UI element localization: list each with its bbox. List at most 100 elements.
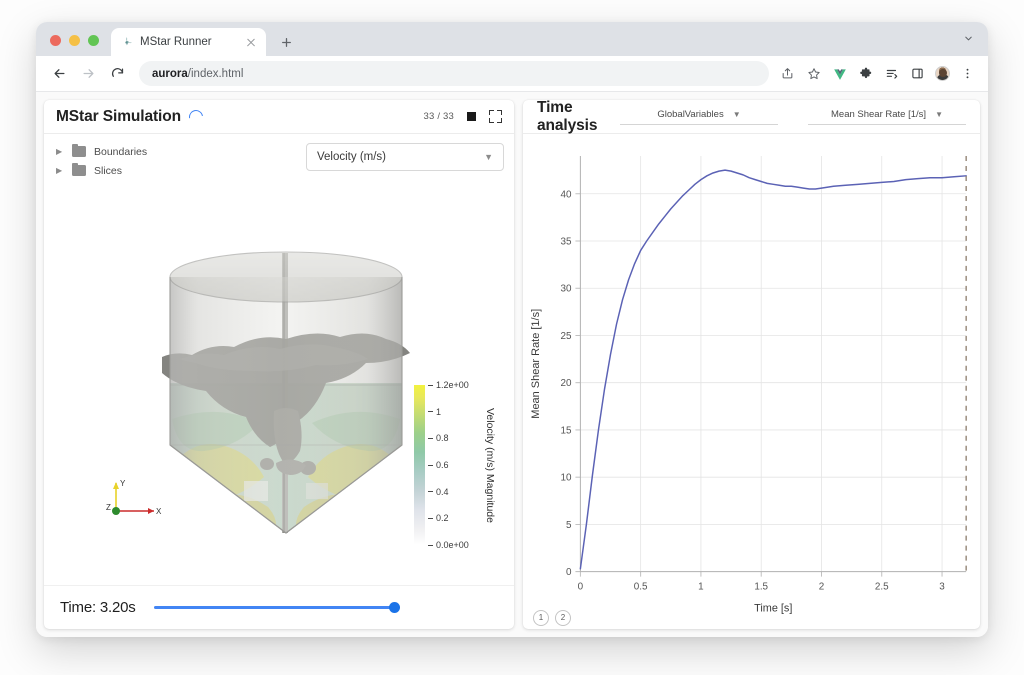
svg-text:Time [s]: Time [s] [754,603,792,615]
caret-right-icon[interactable]: ▶ [56,167,64,175]
chart-area[interactable]: 051015202530354000.511.522.53Time [s]Mea… [523,134,980,629]
time-analysis-panel: Time analysis GlobalVariables ▼ Mean She… [523,100,980,629]
time-slider-thumb[interactable] [389,602,400,613]
field-select-value: Velocity (m/s) [317,151,386,163]
svg-text:35: 35 [560,236,571,247]
tank-glass [170,252,402,533]
tree-item-label: Slices [94,165,122,177]
time-slider[interactable] [154,600,399,616]
colorbar-gradient [414,385,425,545]
close-window-button[interactable] [50,35,61,46]
browser-toolbar: aurora/index.html [36,56,988,92]
mixing-tank-render [156,233,416,553]
browser-tab-title: MStar Runner [140,36,237,48]
svg-text:25: 25 [560,331,571,342]
tree-item-slices[interactable]: ▶ Slices [56,162,296,179]
star-icon[interactable] [805,65,822,82]
chevron-down-icon: ▼ [484,152,493,162]
svg-text:0: 0 [578,582,584,593]
address-bar[interactable]: aurora/index.html [139,61,769,86]
time-analysis-title: Time analysis [537,100,620,135]
color-legend: 1.2e+00 1 0.8 0.6 0.4 0.2 0.0e+00 Veloci… [414,385,496,545]
axes-gizmo: X Y Z [102,473,164,525]
caret-right-icon[interactable]: ▶ [56,148,64,156]
fullscreen-icon[interactable] [489,110,502,123]
colorbar-tick-label: 0.8 [436,433,449,443]
variable-select-value: Mean Shear Rate [1/s] [831,109,926,120]
colorbar-tick-label: 1.2e+00 [436,380,469,390]
browser-window: MStar Runner [36,22,988,637]
chart-page-1-button[interactable]: 1 [533,610,549,626]
variable-select[interactable]: Mean Shear Rate [1/s] ▼ [808,109,966,125]
svg-text:1.5: 1.5 [754,582,768,593]
new-tab-button[interactable] [273,29,299,55]
reload-button[interactable] [104,61,130,87]
svg-text:40: 40 [560,189,571,200]
chart-pager: 1 2 [533,610,571,626]
maximize-window-button[interactable] [88,35,99,46]
window-traffic-lights [36,35,111,56]
loading-spinner-icon [186,107,205,126]
svg-text:0: 0 [566,567,572,578]
simulation-toolbar: ▶ Boundaries ▶ Slices Velocity (m/s) ▼ [44,134,514,181]
simulation-panel-header: MStar Simulation 33 / 33 [44,100,514,134]
source-select[interactable]: GlobalVariables ▼ [620,109,778,125]
stop-square-icon[interactable] [467,112,476,121]
svg-text:30: 30 [560,284,571,295]
colorbar-tick-label: 0.0e+00 [436,540,469,550]
side-panel-icon[interactable] [909,65,926,82]
svg-text:10: 10 [560,473,571,484]
colorbar-tick-label: 0.4 [436,487,449,497]
time-controls: Time: 3.20s [44,585,514,629]
screen-root: MStar Runner [0,0,1024,675]
svg-text:2: 2 [819,582,825,593]
chevron-down-icon: ▼ [733,110,741,119]
simulation-header-controls: 33 / 33 [424,110,502,123]
close-icon[interactable] [244,35,258,49]
svg-text:X: X [156,507,162,516]
time-analysis-selectors: GlobalVariables ▼ Mean Shear Rate [1/s] … [620,109,966,125]
puzzle-extension-icon[interactable] [857,65,874,82]
vue-extension-icon[interactable] [831,65,848,82]
folder-icon [72,165,86,176]
tabstrip-menu-button[interactable] [963,33,988,56]
tree-item-boundaries[interactable]: ▶ Boundaries [56,143,296,160]
minimize-window-button[interactable] [69,35,80,46]
svg-text:2.5: 2.5 [875,582,889,593]
svg-text:3: 3 [939,582,945,593]
forward-button[interactable] [75,61,101,87]
share-icon[interactable] [779,65,796,82]
chevron-down-icon: ▼ [935,110,943,119]
folder-icon [72,146,86,157]
profile-avatar-icon[interactable] [935,66,950,81]
svg-text:1: 1 [698,582,704,593]
reading-list-icon[interactable] [883,65,900,82]
field-select[interactable]: Velocity (m/s) ▼ [306,143,504,171]
colorbar-axis-label: Velocity (m/s) Magnitude [484,385,496,545]
svg-text:5: 5 [566,520,572,531]
3d-viewport[interactable]: X Y Z 1.2e+00 1 0.8 0 [44,181,514,585]
svg-text:Z: Z [106,503,111,512]
svg-text:0.5: 0.5 [634,582,648,593]
toolbar-icons [779,65,978,82]
colorbar-tick-label: 0.6 [436,460,449,470]
colorbar-ticks: 1.2e+00 1 0.8 0.6 0.4 0.2 0.0e+00 [428,385,480,545]
time-analysis-header: Time analysis GlobalVariables ▼ Mean She… [523,100,980,134]
svg-text:20: 20 [560,378,571,389]
browser-tab-strip: MStar Runner [36,22,988,56]
page-title: MStar Simulation [56,108,181,126]
svg-text:15: 15 [560,425,571,436]
kebab-menu-icon[interactable] [959,65,976,82]
time-series-chart: 051015202530354000.511.522.53Time [s]Mea… [523,134,980,629]
time-label: Time: 3.20s [60,599,136,616]
time-slider-track[interactable] [154,606,399,608]
url-host: aurora [152,68,188,80]
url-path: /index.html [188,68,244,80]
chart-page-2-button[interactable]: 2 [555,610,571,626]
back-button[interactable] [46,61,72,87]
frame-counter: 33 / 33 [424,111,454,122]
browser-tab[interactable]: MStar Runner [111,28,266,56]
colorbar-tick-label: 0.2 [436,513,449,523]
svg-text:Y: Y [120,479,126,488]
app-page: MStar Simulation 33 / 33 ▶ Boundaries [36,92,988,637]
